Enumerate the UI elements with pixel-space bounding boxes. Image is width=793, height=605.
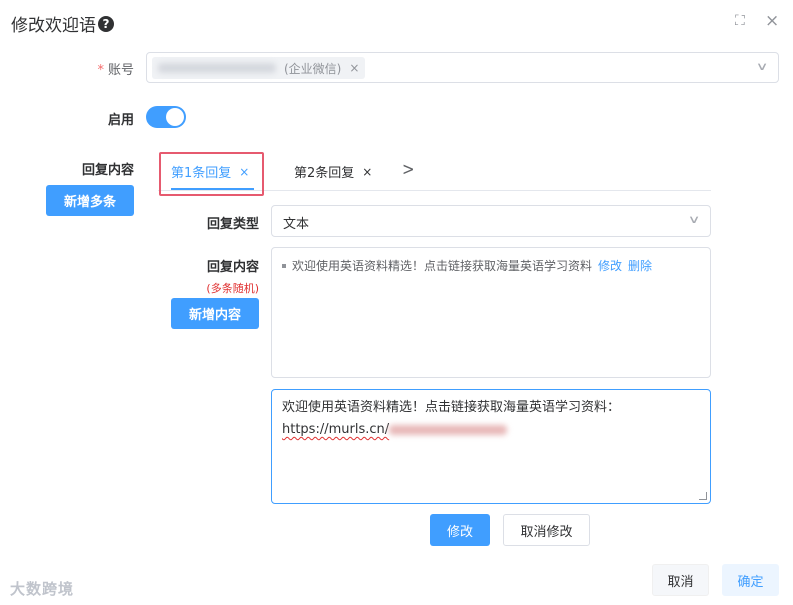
inner-content-label: 回复内容 [206, 260, 259, 275]
tab-reply-1-label: 第1条回复 [171, 166, 232, 181]
enable-switch[interactable] [146, 106, 186, 128]
switch-knob [166, 108, 184, 126]
add-multiple-button[interactable]: 新增多条 [46, 185, 134, 216]
enable-label: 启用 [107, 113, 134, 128]
editor-line-1: 欢迎使用英语资料精选！点击链接获取海量英语学习资料： [282, 400, 621, 415]
account-tag: (企业微信) × [152, 57, 366, 79]
chevron-right-icon[interactable]: > [402, 158, 415, 180]
cancel-edit-button[interactable]: 取消修改 [503, 514, 590, 546]
help-icon[interactable]: ? [98, 15, 114, 32]
tab-close-icon[interactable]: × [362, 165, 372, 179]
tab-reply-1[interactable]: 第1条回复 × [171, 162, 249, 182]
ok-button[interactable]: 确定 [722, 564, 779, 596]
content-list: 欢迎使用英语资料精选！点击链接获取海量英语学习资料 修改 删除 [271, 247, 711, 378]
redacted-url [389, 424, 508, 435]
dialog-title-text: 修改欢迎语 [11, 16, 96, 36]
tag-close-icon[interactable]: × [349, 61, 359, 75]
content-item-text: 欢迎使用英语资料精选！点击链接获取海量英语学习资料 [292, 259, 593, 273]
tab-close-icon[interactable]: × [239, 165, 249, 179]
tab-reply-2-label: 第2条回复 [294, 166, 355, 181]
content-editor[interactable]: 欢迎使用英语资料精选！点击链接获取海量英语学习资料： https://murls… [271, 389, 711, 504]
account-tag-suffix: (企业微信) [284, 61, 342, 76]
multi-random-note: (多条随机) [206, 282, 259, 295]
resize-handle[interactable] [699, 492, 707, 500]
reply-type-label: 回复类型 [206, 217, 259, 232]
confirm-edit-button[interactable]: 修改 [430, 514, 490, 546]
list-item: 欢迎使用英语资料精选！点击链接获取海量英语学习资料 修改 删除 [282, 257, 652, 274]
chevron-down-icon[interactable]: ∨ [756, 60, 769, 73]
maximize-icon[interactable]: ⛶ [735, 13, 745, 29]
editor-url: https://murls.cn/ [282, 422, 390, 437]
account-select[interactable]: (企业微信) × ∨ [146, 52, 779, 83]
reply-content-label: 回复内容 [81, 163, 134, 178]
chevron-down-icon[interactable]: ∨ [688, 213, 701, 226]
editor-line-2: https://murls.cn/ [282, 419, 700, 441]
close-icon[interactable]: × [765, 11, 779, 31]
edit-link[interactable]: 修改 [598, 257, 622, 274]
dialog-title: 修改欢迎语 ? [11, 11, 114, 36]
delete-link[interactable]: 删除 [628, 257, 652, 274]
reply-type-value: 文本 [283, 217, 310, 232]
tab-reply-2[interactable]: 第2条回复 × [294, 162, 372, 182]
active-tab-indicator [171, 188, 254, 190]
cancel-button[interactable]: 取消 [652, 564, 709, 596]
reply-type-select[interactable]: 文本 ∨ [271, 205, 711, 237]
watermark-logo: 大数跨境 [10, 580, 75, 598]
redacted-account-name [158, 63, 276, 73]
required-mark: * [97, 63, 104, 78]
account-label-text: 账号 [107, 63, 134, 78]
bullet-icon [282, 263, 286, 268]
add-content-button[interactable]: 新增内容 [171, 298, 259, 329]
account-label: * 账号 [60, 59, 134, 78]
